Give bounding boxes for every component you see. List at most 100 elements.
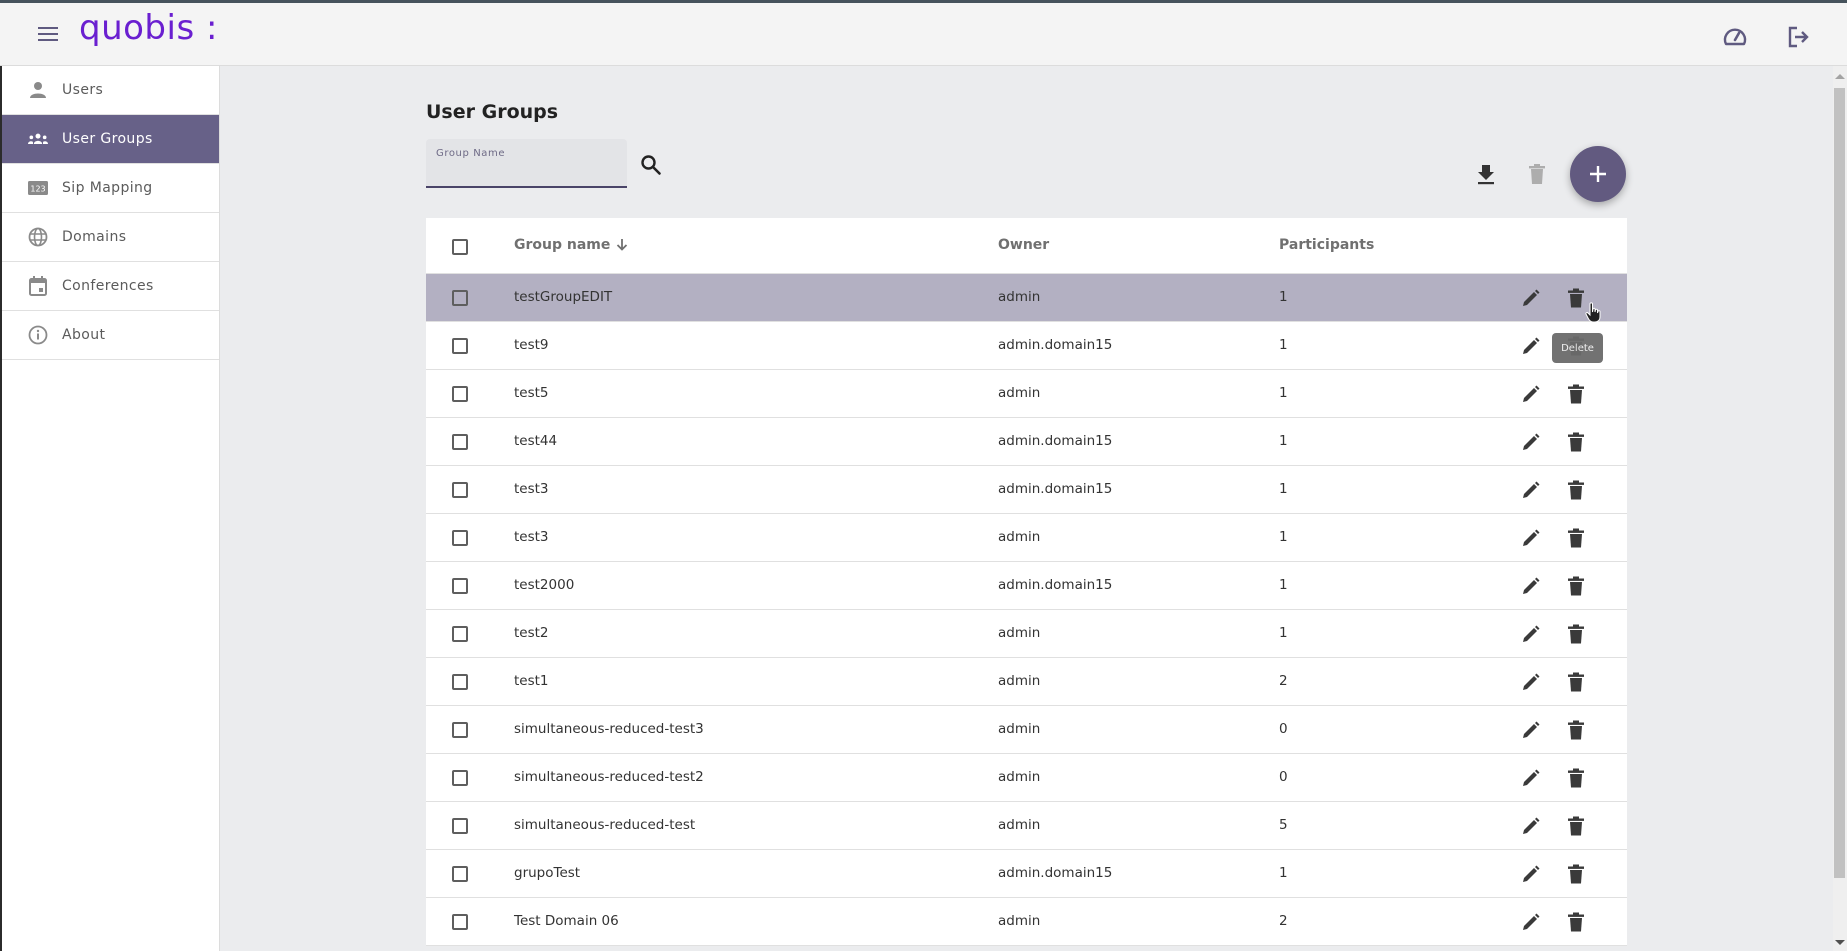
edit-pencil-icon[interactable]: [1519, 382, 1543, 406]
table-row[interactable]: simultaneous-reduced-test3 admin 0: [426, 706, 1627, 754]
column-header-label: Group name: [514, 237, 611, 253]
edit-pencil-icon[interactable]: [1519, 718, 1543, 742]
delete-trash-icon[interactable]: [1564, 766, 1588, 790]
edit-pencil-icon[interactable]: [1519, 574, 1543, 598]
table-row[interactable]: test5 admin 1: [426, 370, 1627, 418]
scroll-down-arrow-icon[interactable]: [1835, 940, 1845, 945]
row-checkbox[interactable]: [452, 866, 468, 882]
table-row[interactable]: test1 admin 2: [426, 658, 1627, 706]
select-all-checkbox[interactable]: [452, 239, 468, 255]
owner-cell: admin.domain15: [998, 865, 1113, 881]
row-checkbox[interactable]: [452, 290, 468, 306]
table-row[interactable]: Test Domain 06 admin 2: [426, 898, 1627, 946]
edit-pencil-icon[interactable]: [1519, 814, 1543, 838]
add-group-button[interactable]: [1570, 146, 1626, 202]
delete-trash-icon[interactable]: [1564, 430, 1588, 454]
row-checkbox[interactable]: [452, 434, 468, 450]
column-header-participants[interactable]: Participants: [1279, 237, 1374, 253]
scrollbar-thumb[interactable]: [1834, 88, 1845, 878]
row-checkbox[interactable]: [452, 818, 468, 834]
download-icon[interactable]: [1475, 162, 1497, 186]
participants-cell: 1: [1279, 289, 1288, 305]
search-field-label: Group Name: [436, 148, 506, 159]
table-row[interactable]: test2000 admin.domain15 1: [426, 562, 1627, 610]
hamburger-icon-bar: [38, 33, 58, 35]
edit-pencil-icon[interactable]: [1519, 910, 1543, 934]
row-checkbox[interactable]: [452, 530, 468, 546]
row-checkbox[interactable]: [452, 674, 468, 690]
delete-trash-icon[interactable]: [1564, 526, 1588, 550]
scroll-up-arrow-icon[interactable]: [1835, 74, 1845, 79]
table-header: Group name Owner Participants: [426, 218, 1627, 274]
group-name-input[interactable]: [436, 165, 616, 180]
edit-pencil-icon[interactable]: [1519, 526, 1543, 550]
table-row[interactable]: test3 admin 1: [426, 514, 1627, 562]
sidebar-item-user-groups[interactable]: User Groups: [2, 115, 219, 164]
row-checkbox[interactable]: [452, 626, 468, 642]
table-row[interactable]: test2 admin 1: [426, 610, 1627, 658]
delete-trash-icon[interactable]: [1564, 478, 1588, 502]
edit-pencil-icon[interactable]: [1519, 478, 1543, 502]
delete-trash-icon[interactable]: [1564, 814, 1588, 838]
row-checkbox[interactable]: [452, 338, 468, 354]
column-header-owner[interactable]: Owner: [998, 237, 1049, 253]
search-icon[interactable]: [640, 154, 662, 176]
delete-trash-icon[interactable]: [1564, 862, 1588, 886]
sidebar-item-sip-mapping[interactable]: 123 Sip Mapping: [2, 164, 219, 213]
table-row[interactable]: simultaneous-reduced-test2 admin 0: [426, 754, 1627, 802]
sort-arrow-down-icon: [616, 238, 628, 255]
table-row[interactable]: test3 admin.domain15 1: [426, 466, 1627, 514]
sidebar-item-about[interactable]: About: [2, 311, 219, 360]
row-checkbox[interactable]: [452, 578, 468, 594]
table-row[interactable]: test44 admin.domain15 1: [426, 418, 1627, 466]
row-checkbox[interactable]: [452, 482, 468, 498]
delete-trash-icon[interactable]: [1564, 670, 1588, 694]
row-checkbox[interactable]: [452, 914, 468, 930]
row-checkbox[interactable]: [452, 770, 468, 786]
sidebar-item-label: Domains: [62, 229, 127, 245]
edit-pencil-icon[interactable]: [1519, 286, 1543, 310]
sidebar-item-label: User Groups: [62, 131, 153, 147]
group-name-cell: test3: [514, 529, 549, 545]
delete-trash-icon[interactable]: [1564, 382, 1588, 406]
logout-icon[interactable]: [1786, 25, 1812, 49]
delete-tooltip: Delete: [1552, 333, 1603, 363]
participants-cell: 2: [1279, 913, 1288, 929]
participants-cell: 1: [1279, 385, 1288, 401]
participants-cell: 0: [1279, 721, 1288, 737]
participants-cell: 5: [1279, 817, 1288, 833]
sidebar-item-domains[interactable]: Domains: [2, 213, 219, 262]
row-checkbox[interactable]: [452, 722, 468, 738]
delete-trash-icon[interactable]: [1564, 574, 1588, 598]
edit-pencil-icon[interactable]: [1519, 862, 1543, 886]
delete-trash-icon[interactable]: [1564, 910, 1588, 934]
row-checkbox[interactable]: [452, 386, 468, 402]
edit-pencil-icon[interactable]: [1519, 430, 1543, 454]
table-row[interactable]: grupoTest admin.domain15 1: [426, 850, 1627, 898]
group-name-search-field[interactable]: Group Name: [426, 139, 627, 188]
menu-button[interactable]: [38, 27, 58, 43]
globe-icon: [28, 227, 48, 247]
owner-cell: admin: [998, 289, 1041, 305]
delete-trash-icon[interactable]: [1564, 622, 1588, 646]
group-name-cell: Test Domain 06: [514, 913, 619, 929]
table-row[interactable]: testGroupEDIT admin 1: [426, 274, 1627, 322]
edit-pencil-icon[interactable]: [1519, 334, 1543, 358]
owner-cell: admin.domain15: [998, 481, 1113, 497]
group-name-cell: test44: [514, 433, 558, 449]
sidebar-item-conferences[interactable]: Conferences: [2, 262, 219, 311]
delete-trash-icon[interactable]: [1564, 718, 1588, 742]
sidebar-item-label: Users: [62, 82, 104, 98]
edit-pencil-icon[interactable]: [1519, 670, 1543, 694]
sidebar-item-users[interactable]: Users: [2, 66, 219, 115]
dashboard-icon[interactable]: [1722, 25, 1748, 49]
edit-pencil-icon[interactable]: [1519, 766, 1543, 790]
group-name-cell: test5: [514, 385, 549, 401]
vertical-scrollbar[interactable]: [1833, 66, 1847, 951]
table-row[interactable]: simultaneous-reduced-test admin 5: [426, 802, 1627, 850]
edit-pencil-icon[interactable]: [1519, 622, 1543, 646]
column-header-group-name[interactable]: Group name: [514, 237, 628, 255]
delete-selected-trash-icon[interactable]: [1526, 162, 1548, 186]
table-row[interactable]: test9 admin.domain15 1: [426, 322, 1627, 370]
numbers-123-icon: 123: [28, 178, 48, 198]
